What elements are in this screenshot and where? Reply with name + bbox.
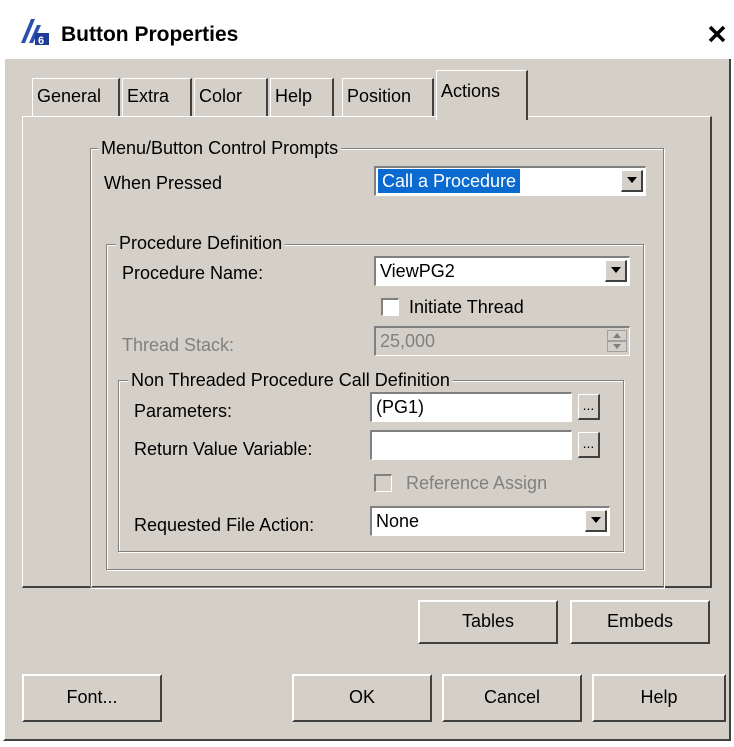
ok-button-label: OK bbox=[348, 687, 375, 707]
initiate-thread-checkbox[interactable] bbox=[381, 298, 399, 316]
procedure-name-select[interactable]: ViewPG2 bbox=[374, 256, 630, 286]
embeds-button[interactable]: Embeds bbox=[570, 600, 710, 644]
procedure-group-title: Procedure Definition bbox=[116, 233, 286, 253]
tab-position[interactable]: Position bbox=[342, 78, 434, 116]
tables-button-label: Tables bbox=[461, 611, 515, 631]
ok-button[interactable]: OK bbox=[292, 674, 432, 722]
close-button[interactable] bbox=[706, 23, 728, 45]
parameters-browse-button[interactable]: ... bbox=[578, 394, 600, 420]
return-value-input[interactable] bbox=[370, 430, 572, 460]
parameters-label: Parameters: bbox=[134, 400, 232, 422]
return-value-label: Return Value Variable: bbox=[134, 439, 313, 459]
svg-text:6: 6 bbox=[38, 35, 44, 47]
app-logo-icon: 6 bbox=[21, 19, 49, 47]
non-threaded-group-title: Non Threaded Procedure Call Definition bbox=[128, 370, 453, 390]
return-value-browse-button[interactable]: ... bbox=[578, 432, 600, 458]
procedure-name-label: Procedure Name: bbox=[122, 263, 264, 283]
dropdown-arrow-icon[interactable] bbox=[585, 510, 607, 532]
title-bar: 6 Button Properties bbox=[3, 3, 731, 59]
tab-help[interactable]: Help bbox=[270, 78, 334, 116]
embeds-button-label: Embeds bbox=[606, 611, 674, 631]
dropdown-arrow-icon[interactable] bbox=[605, 260, 627, 282]
file-action-value: None bbox=[376, 511, 420, 531]
file-action-select[interactable]: None bbox=[370, 506, 610, 536]
when-pressed-label: When Pressed bbox=[104, 173, 223, 193]
when-pressed-select[interactable]: Call a Procedure bbox=[374, 166, 646, 196]
cancel-button-label: Cancel bbox=[483, 687, 541, 707]
spinner-arrows-icon bbox=[607, 330, 627, 352]
tab-color[interactable]: Color bbox=[194, 78, 268, 116]
cancel-button[interactable]: Cancel bbox=[442, 674, 582, 722]
help-button[interactable]: Help bbox=[592, 674, 726, 722]
tab-label: Color bbox=[199, 86, 243, 106]
tab-label: Position bbox=[347, 86, 412, 106]
font-button[interactable]: Font... bbox=[22, 674, 162, 722]
font-button-label: Font... bbox=[66, 687, 118, 707]
parameters-value: (PG1) bbox=[376, 397, 425, 417]
tab-general[interactable]: General bbox=[32, 78, 120, 116]
close-icon bbox=[708, 25, 726, 43]
tab-label: Help bbox=[275, 86, 313, 106]
help-button-label: Help bbox=[640, 687, 678, 707]
initiate-thread-label: Initiate Thread bbox=[409, 297, 524, 317]
tab-label: Actions bbox=[441, 81, 501, 101]
reference-assign-label: Reference Assign bbox=[406, 473, 548, 493]
tab-label: General bbox=[37, 86, 102, 106]
tables-button[interactable]: Tables bbox=[418, 600, 558, 644]
menu-group-title: Menu/Button Control Prompts bbox=[98, 138, 342, 158]
reference-assign-checkbox bbox=[374, 474, 392, 492]
parameters-input[interactable]: (PG1) bbox=[370, 392, 572, 422]
tab-extra[interactable]: Extra bbox=[122, 78, 192, 116]
thread-stack-value: 25,000 bbox=[380, 331, 436, 351]
tab-label: Extra bbox=[127, 86, 170, 106]
parameters-label-text: Parameters: bbox=[134, 401, 233, 421]
procedure-name-value: ViewPG2 bbox=[380, 261, 455, 281]
thread-stack-label: Thread Stack: bbox=[122, 335, 235, 355]
tab-actions[interactable]: Actions bbox=[436, 70, 528, 120]
when-pressed-value: Call a Procedure bbox=[378, 169, 521, 193]
window-title: Button Properties bbox=[61, 23, 239, 46]
thread-stack-spinner: 25,000 bbox=[374, 326, 630, 356]
file-action-label: Requested File Action: bbox=[134, 515, 315, 535]
dropdown-arrow-icon[interactable] bbox=[621, 170, 643, 192]
